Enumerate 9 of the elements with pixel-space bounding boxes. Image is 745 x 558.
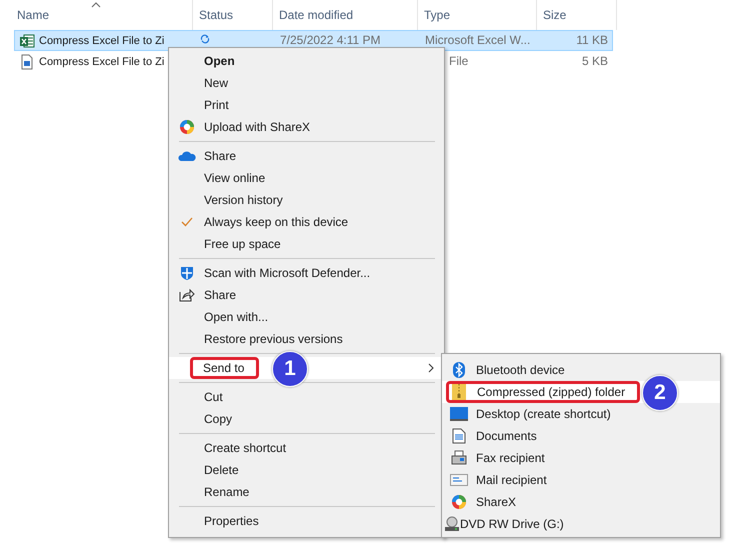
file-name: Compress Excel File to Zi <box>39 56 164 68</box>
file-size: 11 KB <box>576 33 608 47</box>
file-type: Microsoft Excel W... <box>425 33 530 47</box>
callout-badge: 1 <box>272 351 308 387</box>
callout-badge: 2 <box>642 375 678 411</box>
file-name: Compress Excel File to Zi <box>39 35 164 47</box>
date-modified: 7/25/2022 4:11 PM <box>280 33 381 47</box>
file-size: 5 KB <box>582 54 608 68</box>
file-type: File <box>449 54 468 68</box>
